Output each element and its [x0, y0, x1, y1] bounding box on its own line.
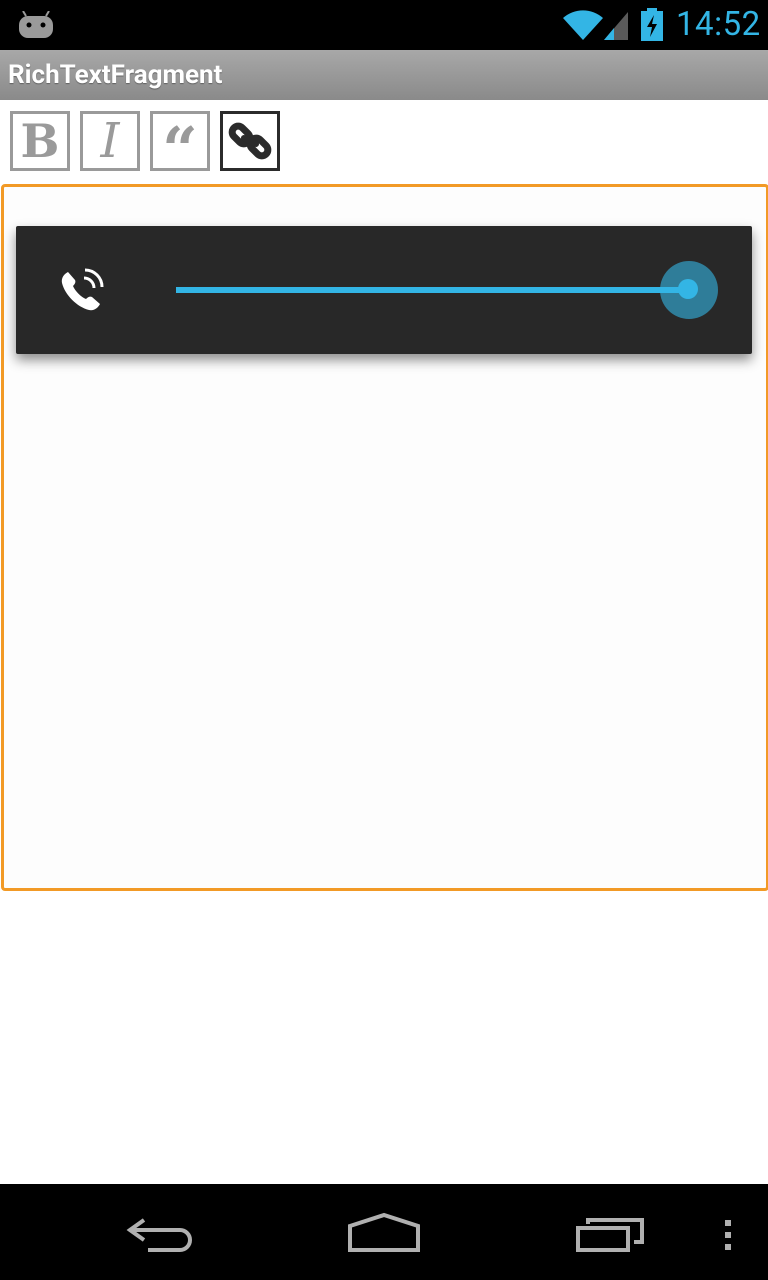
- clock: 14:52: [676, 5, 761, 44]
- menu-icon[interactable]: [722, 1218, 734, 1252]
- home-icon[interactable]: [346, 1212, 422, 1254]
- page-title: RichTextFragment: [8, 60, 223, 90]
- android-icon: [19, 11, 53, 38]
- volume-panel: [16, 226, 752, 354]
- back-icon[interactable]: [124, 1214, 196, 1254]
- battery-charging-icon: [641, 8, 663, 41]
- quote-label: “: [162, 113, 198, 186]
- quote-button[interactable]: “: [150, 111, 210, 181]
- link-icon: [228, 122, 272, 160]
- volume-slider-track[interactable]: [176, 287, 688, 293]
- phone-call-icon: [61, 268, 104, 311]
- link-button[interactable]: [220, 111, 280, 171]
- navigation-bar: [0, 1184, 768, 1280]
- italic-button[interactable]: I: [80, 111, 140, 171]
- volume-slider-thumb[interactable]: [678, 279, 698, 299]
- bold-label: B: [20, 114, 60, 168]
- action-bar: RichTextFragment: [0, 50, 768, 100]
- italic-label: I: [100, 113, 120, 169]
- signal-icon: [604, 12, 628, 40]
- wifi-icon: [563, 10, 603, 40]
- status-bar: 14:52: [0, 0, 768, 50]
- recents-icon[interactable]: [574, 1216, 646, 1254]
- bold-button[interactable]: B: [10, 111, 70, 171]
